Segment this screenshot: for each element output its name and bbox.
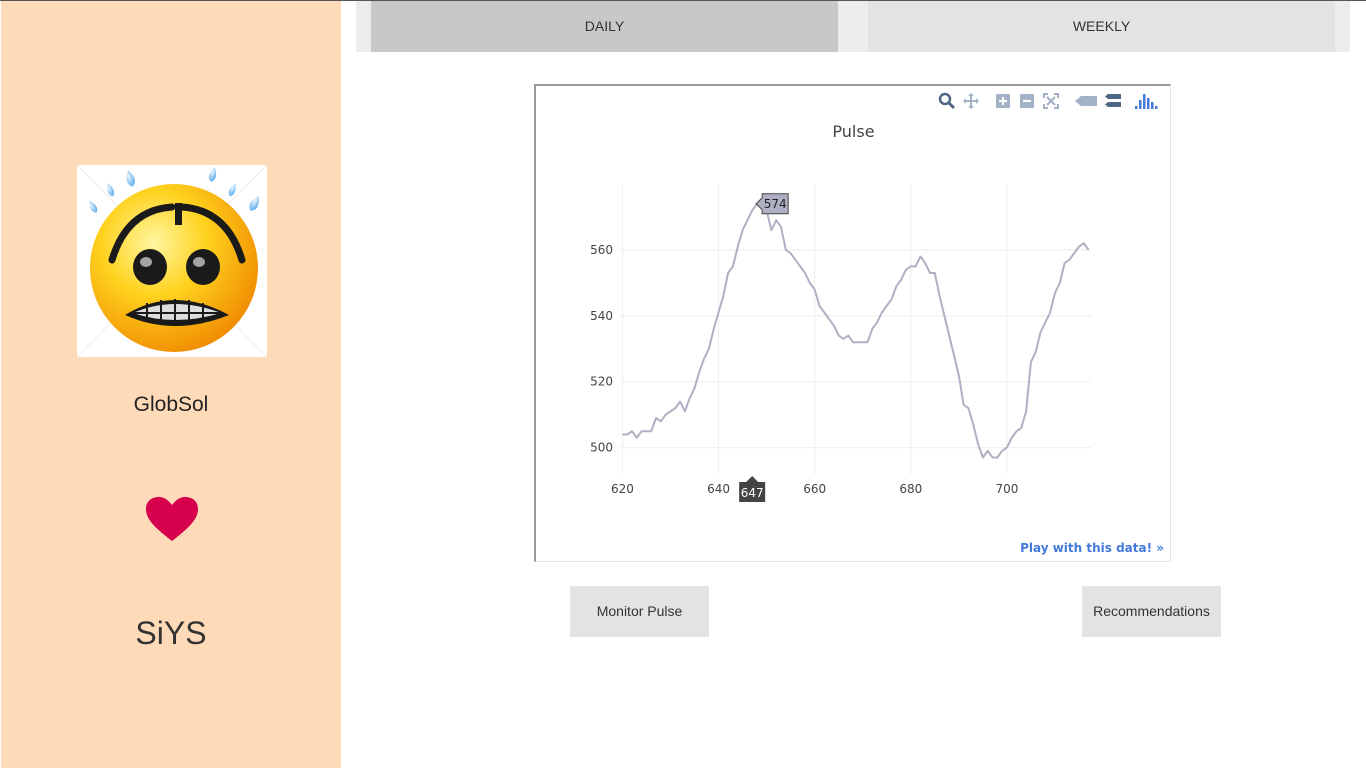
pulse-chart[interactable]: 620 640 660 680 700 500 520 540 560 647 574 — [534, 84, 1171, 562]
user-name: GlobSol — [133, 393, 209, 416]
chart-svg[interactable]: 620 640 660 680 700 500 520 540 560 647 574 — [536, 86, 1171, 562]
play-with-data-link[interactable]: Play with this data! » — [1020, 541, 1164, 555]
tab-bar: DAILY WEEKLY — [356, 1, 1350, 52]
hover-compare-icon[interactable] — [1104, 92, 1122, 110]
modebar — [938, 92, 1168, 110]
x-hover-label: 647 — [741, 486, 764, 500]
avatar — [77, 165, 267, 357]
heart-icon — [144, 495, 200, 543]
pan-icon[interactable] — [962, 92, 980, 110]
y-tick-label: 540 — [590, 309, 613, 323]
plotly-logo-icon[interactable] — [1134, 92, 1160, 110]
x-tick-label: 680 — [899, 482, 922, 496]
zoom-out-icon[interactable] — [1018, 92, 1036, 110]
y-hover-label: 574 — [764, 197, 787, 211]
tab-weekly[interactable]: WEEKLY — [868, 1, 1335, 52]
nervous-emoji-icon — [77, 165, 267, 357]
pulse-series-line[interactable] — [622, 202, 1090, 459]
y-tick-label: 500 — [590, 441, 613, 455]
zoom-in-icon[interactable] — [994, 92, 1012, 110]
x-tick-label: 640 — [707, 482, 730, 496]
recommendations-button[interactable]: Recommendations — [1082, 586, 1221, 637]
chart-title: Pulse — [832, 122, 875, 141]
app-name: SiYS — [135, 615, 207, 651]
autoscale-icon[interactable] — [1042, 92, 1060, 110]
zoom-icon[interactable] — [938, 92, 956, 110]
x-tick-label: 620 — [611, 482, 634, 496]
monitor-pulse-button[interactable]: Monitor Pulse — [570, 586, 709, 637]
x-tick-label: 700 — [995, 482, 1018, 496]
tab-daily[interactable]: DAILY — [371, 1, 838, 52]
y-tick-label: 520 — [590, 375, 613, 389]
hover-closest-icon[interactable] — [1074, 92, 1098, 110]
y-tick-label: 560 — [590, 243, 613, 257]
x-tick-label: 660 — [803, 482, 826, 496]
page: GlobSol SiYS DAILY WEEKLY 620 640 660 680 70… — [0, 0, 1366, 768]
sidebar: GlobSol SiYS — [1, 1, 341, 768]
